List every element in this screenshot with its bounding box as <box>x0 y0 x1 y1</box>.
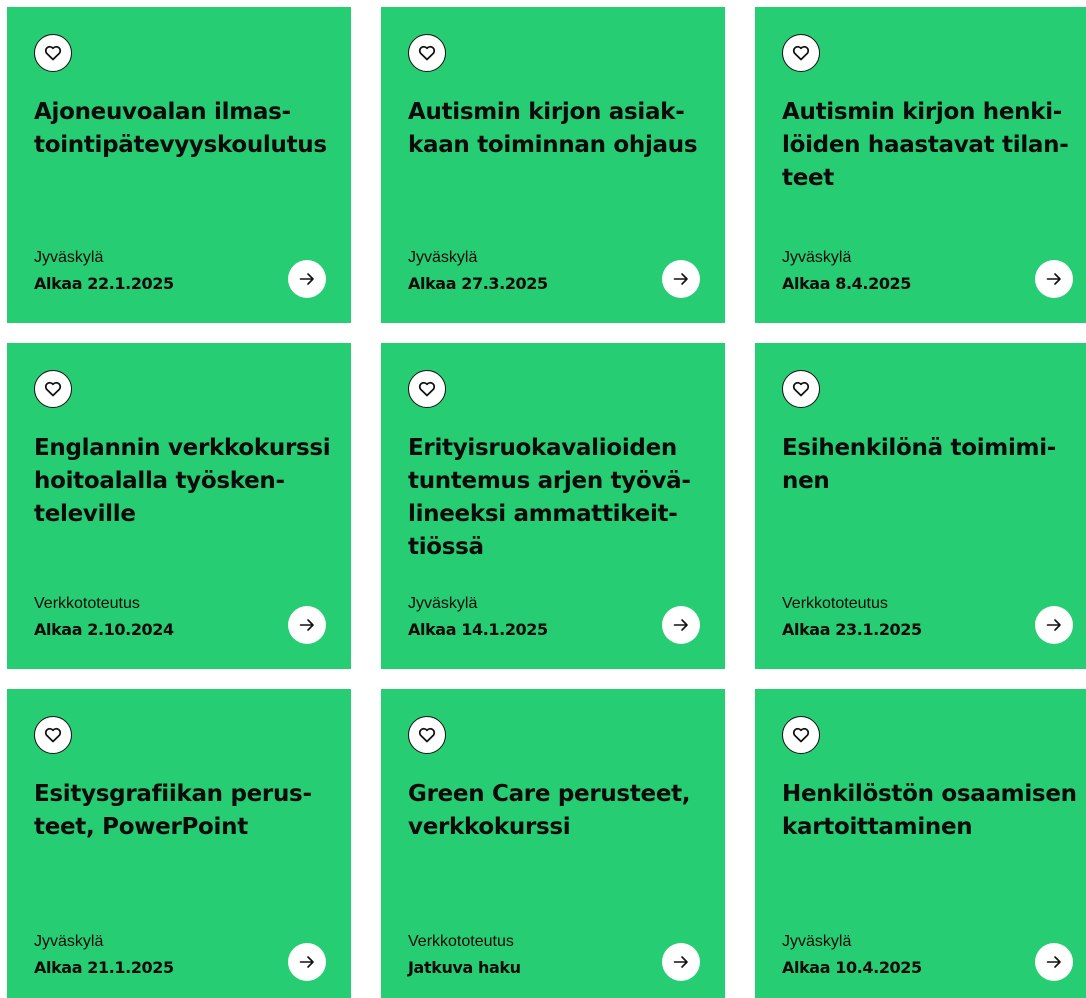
favorite-button[interactable] <box>782 34 820 72</box>
favorite-button[interactable] <box>408 716 446 754</box>
course-card[interactable]: Green Care perusteet, verkkokurssi Verkk… <box>381 689 725 998</box>
course-location: Jyväskylä <box>34 933 104 950</box>
open-course-button[interactable] <box>288 943 326 981</box>
arrow-right-icon <box>673 956 688 968</box>
course-start-date: Jatkuva haku <box>408 958 521 977</box>
course-title: Ajoneuvoalan ilmas­tointipätevyyskoulu­t… <box>34 99 327 158</box>
course-card[interactable]: Esitysgrafiikan perus­teet, PowerPoint J… <box>7 689 351 998</box>
course-location: Jyväskylä <box>34 249 104 266</box>
open-course-button[interactable] <box>288 260 326 298</box>
course-title: Englannin verkkokurs­si hoitoalalla työs… <box>34 435 331 527</box>
favorite-button[interactable] <box>34 370 72 408</box>
course-start-date: Alkaa 8.4.2025 <box>782 274 912 293</box>
open-course-button[interactable] <box>1035 943 1073 981</box>
open-course-button[interactable] <box>662 606 700 644</box>
arrow-right-icon <box>299 273 314 285</box>
course-location: Verkkototeutus <box>408 933 514 950</box>
course-card[interactable]: Ajoneuvoalan ilmas­tointipätevyyskoulu­t… <box>7 7 351 323</box>
heart-icon <box>44 381 62 397</box>
arrow-right-icon <box>673 619 688 631</box>
favorite-button[interactable] <box>782 370 820 408</box>
arrow-right-icon <box>299 619 314 631</box>
heart-icon <box>792 727 810 743</box>
course-location: Jyväskylä <box>782 249 852 266</box>
open-course-button[interactable] <box>662 943 700 981</box>
heart-icon <box>418 45 436 61</box>
favorite-button[interactable] <box>34 716 72 754</box>
course-location: Jyväskylä <box>408 595 478 612</box>
open-course-button[interactable] <box>1035 606 1073 644</box>
arrow-right-icon <box>299 956 314 968</box>
open-course-button[interactable] <box>288 606 326 644</box>
course-start-date: Alkaa 23.1.2025 <box>782 620 922 639</box>
course-card[interactable]: Autismin kirjon henki­löiden haastavat t… <box>755 7 1086 323</box>
course-title: Erityisruokavalioiden tuntemus arjen työ… <box>408 435 691 560</box>
course-card[interactable]: Englannin verkkokurs­si hoitoalalla työs… <box>7 343 351 669</box>
heart-icon <box>792 45 810 61</box>
course-card[interactable]: Autismin kirjon asiak­kaan toiminnan ohj… <box>381 7 725 323</box>
course-location: Verkkototeutus <box>34 595 140 612</box>
course-title: Esihenkilönä toimimi­nen <box>782 435 1057 494</box>
favorite-button[interactable] <box>408 370 446 408</box>
heart-icon <box>44 727 62 743</box>
course-card[interactable]: Erityisruokavalioiden tuntemus arjen työ… <box>381 343 725 669</box>
course-start-date: Alkaa 21.1.2025 <box>34 958 174 977</box>
heart-icon <box>44 45 62 61</box>
course-start-date: Alkaa 14.1.2025 <box>408 620 548 639</box>
course-card[interactable]: Henkilöstön osaami­sen kartoittaminen Jy… <box>755 689 1086 998</box>
heart-icon <box>418 381 436 397</box>
course-card[interactable]: Esihenkilönä toimimi­nen Verkkototeutus … <box>755 343 1086 669</box>
favorite-button[interactable] <box>782 716 820 754</box>
arrow-right-icon <box>1046 273 1061 285</box>
course-title: Henkilöstön osaami­sen kartoittaminen <box>782 781 1077 840</box>
course-title: Autismin kirjon asiak­kaan toiminnan ohj… <box>408 99 698 158</box>
open-course-button[interactable] <box>662 260 700 298</box>
course-start-date: Alkaa 10.4.2025 <box>782 958 922 977</box>
favorite-button[interactable] <box>408 34 446 72</box>
heart-icon <box>418 727 436 743</box>
course-start-date: Alkaa 22.1.2025 <box>34 274 174 293</box>
course-start-date: Alkaa 2.10.2024 <box>34 620 174 639</box>
heart-icon <box>792 381 810 397</box>
favorite-button[interactable] <box>34 34 72 72</box>
course-location: Jyväskylä <box>782 933 852 950</box>
course-start-date: Alkaa 27.3.2025 <box>408 274 548 293</box>
course-location: Verkkototeutus <box>782 595 888 612</box>
arrow-right-icon <box>1046 619 1061 631</box>
course-title: Esitysgrafiikan perus­teet, PowerPoint <box>34 781 312 840</box>
course-title: Green Care perusteet, verkkokurssi <box>408 781 691 840</box>
open-course-button[interactable] <box>1035 260 1073 298</box>
course-title: Autismin kirjon henki­löiden haastavat t… <box>782 99 1069 191</box>
arrow-right-icon <box>1046 956 1061 968</box>
arrow-right-icon <box>673 273 688 285</box>
course-location: Jyväskylä <box>408 249 478 266</box>
